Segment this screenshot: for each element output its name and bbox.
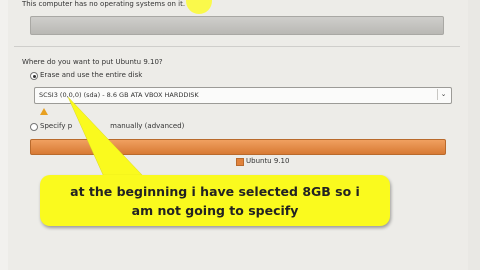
annotation-line-2: am not going to specify bbox=[131, 203, 299, 218]
install-question: Where do you want to put Ubuntu 9.10? bbox=[22, 58, 163, 66]
legend-swatch bbox=[236, 158, 244, 166]
manual-partition-radio[interactable] bbox=[30, 123, 38, 131]
callout-pointer bbox=[67, 96, 145, 178]
current-disk-bar bbox=[30, 16, 444, 35]
annotation-callout: at the beginning i have selected 8GB so … bbox=[40, 175, 390, 226]
warning-icon bbox=[40, 108, 48, 115]
right-edge bbox=[468, 0, 480, 270]
no-os-message: This computer has no operating systems o… bbox=[22, 0, 186, 8]
chevron-down-icon[interactable]: ⌄ bbox=[437, 89, 449, 100]
erase-disk-label[interactable]: Erase and use the entire disk bbox=[40, 71, 142, 79]
erase-disk-radio[interactable] bbox=[30, 72, 38, 80]
legend-label: Ubuntu 9.10 bbox=[246, 157, 290, 165]
divider bbox=[14, 46, 460, 47]
annotation-line-1: at the beginning i have selected 8GB so … bbox=[70, 184, 360, 199]
left-edge bbox=[0, 0, 8, 270]
